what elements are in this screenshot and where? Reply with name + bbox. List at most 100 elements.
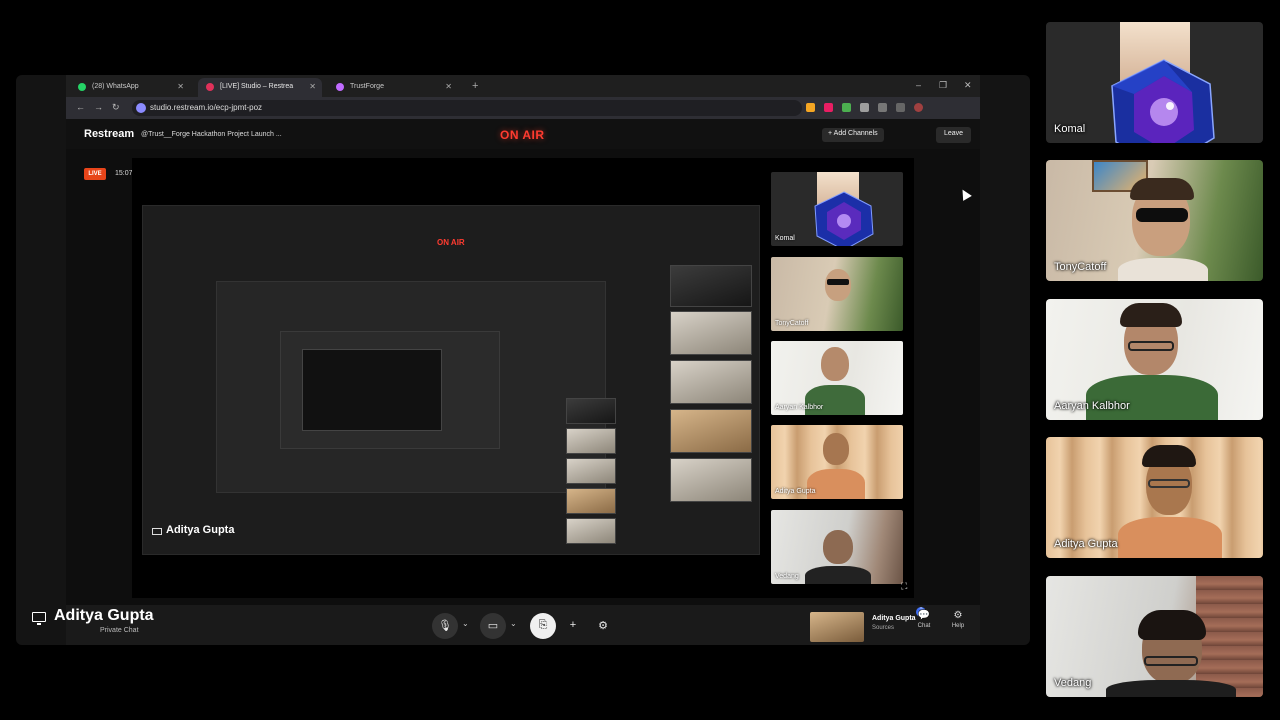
tab-restream-studio[interactable]: [LIVE] Studio – Restrea ✕ [198,78,322,97]
inner-tile-komal: Komal [771,172,903,246]
participant-hair [1120,303,1182,327]
back-icon[interactable]: ← [76,102,85,112]
participant-name: TonyCatoff [1054,261,1107,273]
participant-name: Komal [775,235,795,242]
sources-label: Sources [872,625,895,631]
inner-tile-aaryan: Aaryan Kalbhor [771,341,903,415]
browser-window: (28) WhatsApp ✕ [LIVE] Studio – Restrea … [32,75,980,645]
participant-body [1086,375,1218,420]
inner-tile-aditya: Aditya Gupta [771,425,903,499]
nested-presenter-name: Aditya Gupta [166,524,235,536]
new-tab-icon[interactable]: + [472,80,478,92]
crystal-avatar-icon [814,191,874,246]
reload-icon[interactable]: ↻ [112,102,120,113]
sunglasses [827,279,849,285]
nested-tile [670,409,752,453]
extensions-row [806,103,923,112]
chevron-down-icon[interactable]: ⌄ [510,619,517,628]
add-channels-button[interactable]: + Add Channels [822,128,884,142]
participant-photo [823,530,853,564]
restream-icon [206,83,214,91]
screen-share-icon [32,612,46,625]
fullscreen-icon[interactable]: ⛶ [901,581,907,592]
participant-name: Vedang [775,573,799,580]
participant-body [1118,258,1208,281]
recursive-capture [302,349,442,431]
nested-tile [670,458,752,502]
nested-tile [670,360,752,404]
tab-whatsapp[interactable]: (28) WhatsApp ✕ [70,78,190,97]
participant-body [1106,680,1236,697]
nested-tile [670,311,752,355]
stream-title[interactable]: @Trust__Forge Hackathon Project Launch .… [141,131,282,138]
chat-button[interactable]: 💬 Chat [910,610,938,642]
participant-tile-vedang[interactable]: Vedang [1046,576,1263,697]
meeting-view: (28) WhatsApp ✕ [LIVE] Studio – Restrea … [0,0,1280,720]
profile-avatar[interactable] [914,103,923,112]
sidepanel-icon[interactable] [896,103,905,112]
shared-screen: (28) WhatsApp ✕ [LIVE] Studio – Restrea … [16,75,1030,645]
close-icon[interactable]: ✕ [445,82,452,91]
participant-name: Komal [1054,123,1086,135]
help-button[interactable]: ⚙ Help [944,610,972,642]
screen-share-icon [152,528,162,535]
participant-photo [821,347,849,381]
settings-icon[interactable]: ⚙ [590,613,616,639]
private-chat-link[interactable]: Private Chat [100,627,139,634]
inner-tile-tonycatoff: TonyCatoff [771,257,903,331]
camera-button[interactable]: ▭ [480,613,506,639]
toolbar: ← → ↻ studio.restream.io/ecp-jpmt-poz [66,97,980,119]
maximize-icon[interactable]: ❐ [939,80,947,91]
participant-tile-aditya[interactable]: Aditya Gupta [1046,437,1263,558]
source-thumbnail[interactable] [810,612,864,642]
tab-label: TrustForge [350,83,384,90]
extension-icon[interactable] [842,103,851,112]
on-air-indicator: ON AIR [437,238,465,247]
close-icon[interactable]: ✕ [177,82,184,91]
leave-button[interactable]: Leave [936,127,972,143]
eyeglasses [1128,341,1174,351]
inner-tile-vedang: Vedang [771,510,903,584]
restream-header: Restream @Trust__Forge Hackathon Project… [66,119,980,149]
trustforge-icon [336,83,344,91]
url-text: studio.restream.io/ecp-jpmt-poz [150,103,263,112]
participant-hair [1130,178,1194,200]
chevron-down-icon[interactable]: ⌄ [462,619,469,628]
close-window-icon[interactable]: ✕ [964,80,972,91]
participant-name: TonyCatoff [775,320,809,327]
whatsapp-icon [78,83,86,91]
site-info-icon[interactable] [136,103,146,113]
participant-name: Aaryan Kalbhor [775,404,824,411]
extensions-icon[interactable] [860,103,869,112]
tab-trustforge[interactable]: TrustForge ✕ [328,78,458,97]
forward-icon[interactable]: → [94,102,103,112]
address-bar[interactable]: studio.restream.io/ecp-jpmt-poz [132,100,802,116]
nested-tile [566,398,616,424]
participant-name: Aditya Gupta [1054,538,1118,550]
chat-label: Chat [917,623,931,629]
participant-photo [825,269,851,301]
live-badge: LIVE [84,168,106,180]
share-screen-button[interactable]: ⎘ [530,613,556,639]
participant-tile-komal[interactable]: Komal [1046,22,1263,143]
participant-name: Vedang [1054,677,1092,689]
minimize-icon[interactable]: – [916,80,921,90]
tab-label: [LIVE] Studio – Restrea [220,83,294,90]
participant-body [1118,517,1222,558]
participant-tile-tonycatoff[interactable]: TonyCatoff [1046,160,1263,281]
extension-icon[interactable] [806,103,815,112]
nested-tile [566,488,616,514]
tab-label: (28) WhatsApp [92,83,139,90]
studio-control-bar: Aditya Gupta Private Chat 🎙 ⌄ ▭ ⌄ ⎘ + ⚙ … [32,605,980,645]
nested-tile [670,265,752,307]
close-icon[interactable]: ✕ [309,82,316,91]
tab-strip: (28) WhatsApp ✕ [LIVE] Studio – Restrea … [66,75,980,97]
participant-photo [823,433,849,465]
participant-tile-aaryan[interactable]: Aaryan Kalbhor [1046,299,1263,420]
on-air-indicator: ON AIR [500,128,545,142]
participant-body [807,469,865,499]
extension-icon[interactable] [824,103,833,112]
download-icon[interactable] [878,103,887,112]
add-icon[interactable]: + [560,613,586,639]
microphone-button[interactable]: 🎙 [432,613,458,639]
